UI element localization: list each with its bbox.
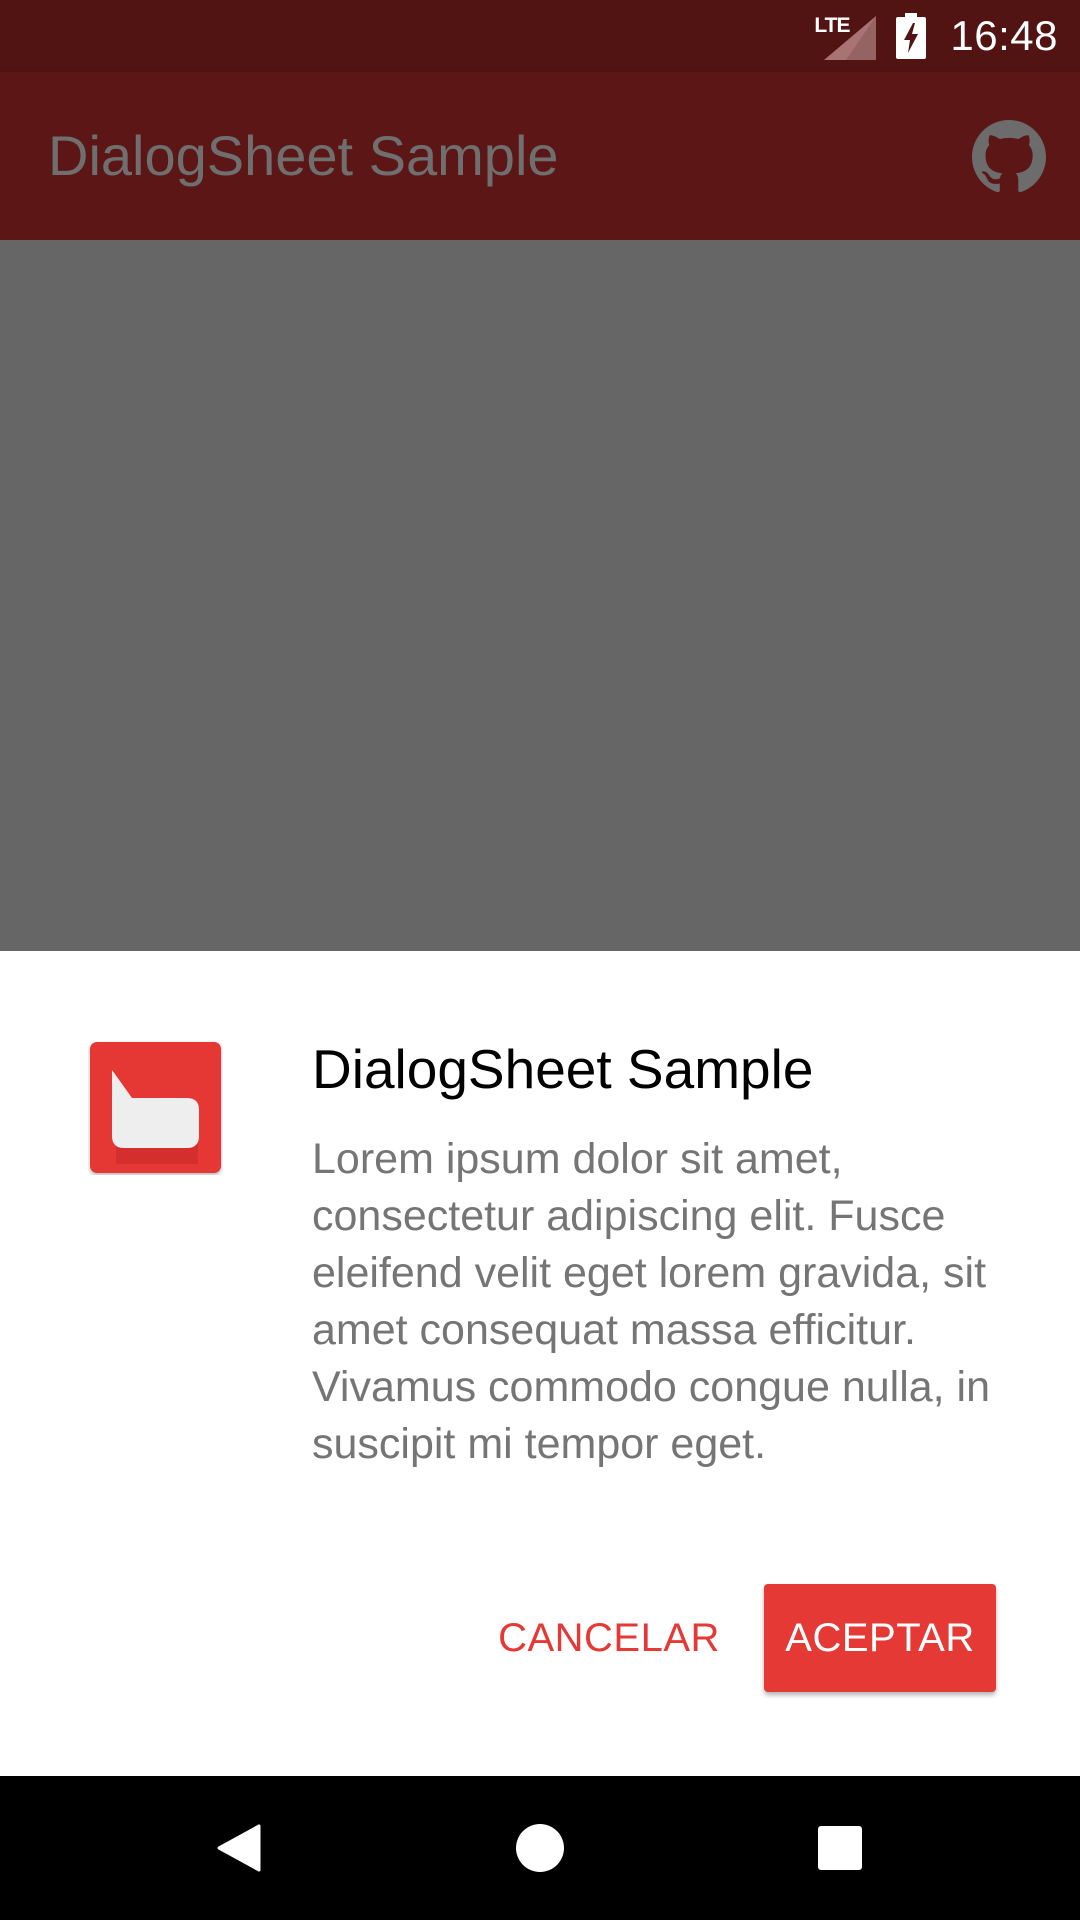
status-bar: LTE 16:48 [0, 0, 1080, 72]
recents-icon [818, 1826, 862, 1870]
back-button[interactable] [190, 1798, 290, 1898]
back-icon [217, 1824, 261, 1872]
github-button[interactable] [972, 120, 1046, 194]
cancel-button[interactable]: CANCELAR [488, 1584, 730, 1692]
dialog-title: DialogSheet Sample [312, 1038, 814, 1100]
clock: 16:48 [950, 12, 1058, 59]
dimmed-background[interactable] [0, 240, 1080, 951]
signal-icon [824, 16, 877, 60]
recents-button[interactable] [790, 1798, 890, 1898]
accept-button[interactable]: ACEPTAR [764, 1584, 996, 1692]
lte-signal-indicator: LTE [814, 12, 877, 60]
dialog-sheet: DialogSheet Sample Lorem ipsum dolor sit… [0, 951, 1080, 1776]
home-button[interactable] [490, 1798, 590, 1898]
battery-charging-icon [896, 13, 927, 59]
github-icon [972, 120, 1046, 193]
app-bar-title: DialogSheet Sample [48, 124, 559, 187]
home-icon [516, 1824, 564, 1872]
app-bar: DialogSheet Sample [0, 72, 1080, 240]
chat-bubble-icon [90, 1042, 221, 1173]
navigation-bar [0, 1776, 1080, 1920]
screen: LTE 16:48 DialogSheet Sample DialogSheet… [0, 0, 1080, 1920]
status-icons: LTE 16:48 [814, 0, 1058, 72]
dialog-message: Lorem ipsum dolor sit amet, consectetur … [312, 1135, 991, 1468]
